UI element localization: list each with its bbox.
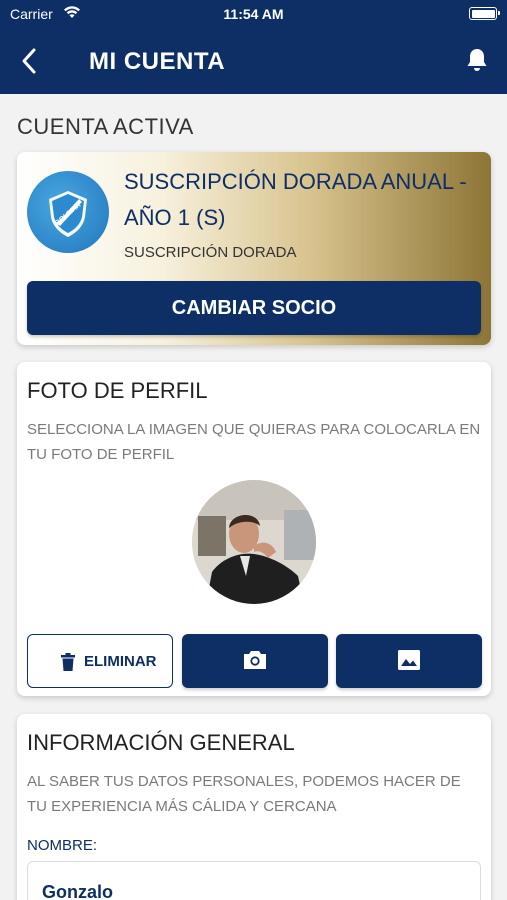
- status-bar: Carrier 11:54 AM: [0, 0, 507, 28]
- back-button[interactable]: [16, 46, 42, 76]
- gallery-button[interactable]: [336, 634, 482, 688]
- bell-icon[interactable]: [465, 47, 489, 73]
- section-title-active-account: CUENTA ACTIVA: [17, 114, 194, 139]
- change-member-button[interactable]: CAMBIAR SOCIO: [27, 281, 481, 335]
- subscription-card: BOLIVAR SUSCRIPCIÓN DORADA ANUAL - AÑO 1…: [17, 152, 491, 345]
- avatar[interactable]: [192, 480, 316, 604]
- general-info-card: INFORMACIÓN GENERAL AL SABER TUS DATOS P…: [17, 714, 491, 900]
- battery-icon: [469, 7, 500, 20]
- photo-actions: ELIMINAR: [27, 634, 483, 688]
- name-value: Gonzalo: [42, 882, 113, 900]
- general-info-title: INFORMACIÓN GENERAL: [27, 730, 295, 755]
- nav-bar: MI CUENTA: [0, 28, 507, 94]
- general-info-description: AL SABER TUS DATOS PERSONALES, PODEMOS H…: [27, 773, 461, 815]
- clock: 11:54 AM: [223, 6, 284, 22]
- profile-photo-card: FOTO DE PERFIL SELECCIONA LA IMAGEN QUE …: [17, 362, 491, 696]
- image-icon: [398, 650, 420, 670]
- subscription-type: SUSCRIPCIÓN DORADA: [124, 244, 297, 261]
- page-title: MI CUENTA: [89, 48, 226, 75]
- name-field[interactable]: Gonzalo: [27, 861, 481, 900]
- delete-photo-label: ELIMINAR: [84, 653, 157, 670]
- subscription-title: SUSCRIPCIÓN DORADA ANUAL - AÑO 1 (S): [124, 169, 467, 230]
- profile-photo-description: SELECCIONA LA IMAGEN QUE QUIERAS PARA CO…: [27, 421, 481, 463]
- delete-photo-button[interactable]: ELIMINAR: [27, 634, 173, 688]
- camera-button[interactable]: [182, 634, 328, 688]
- club-logo: BOLIVAR: [27, 171, 109, 253]
- camera-icon: [244, 651, 266, 669]
- name-label: NOMBRE:: [27, 837, 98, 854]
- trash-icon: [61, 653, 75, 671]
- profile-photo-title: FOTO DE PERFIL: [27, 378, 208, 403]
